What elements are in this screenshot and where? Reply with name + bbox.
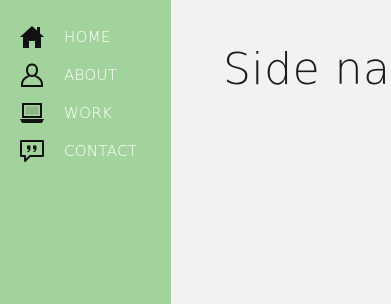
laptop-icon (19, 100, 45, 126)
sidebar-nav: HOME ABOUT WORK CONTACT (19, 18, 137, 170)
sidebar: HOME ABOUT WORK CONTACT (0, 0, 171, 304)
sidebar-item-about[interactable]: ABOUT (19, 56, 137, 94)
chat-icon (19, 138, 45, 164)
home-icon (19, 24, 45, 50)
sidebar-item-label: CONTACT (64, 142, 138, 160)
sidebar-item-contact[interactable]: CONTACT (19, 132, 137, 170)
sidebar-item-work[interactable]: WORK (19, 94, 137, 132)
sidebar-item-label: WORK (64, 104, 113, 122)
user-icon (19, 62, 45, 88)
sidebar-item-label: HOME (64, 28, 111, 46)
page-title: Side nav (223, 44, 391, 95)
main-content: Side nav (171, 0, 391, 304)
sidebar-item-label: ABOUT (64, 66, 118, 84)
sidebar-item-home[interactable]: HOME (19, 18, 137, 56)
